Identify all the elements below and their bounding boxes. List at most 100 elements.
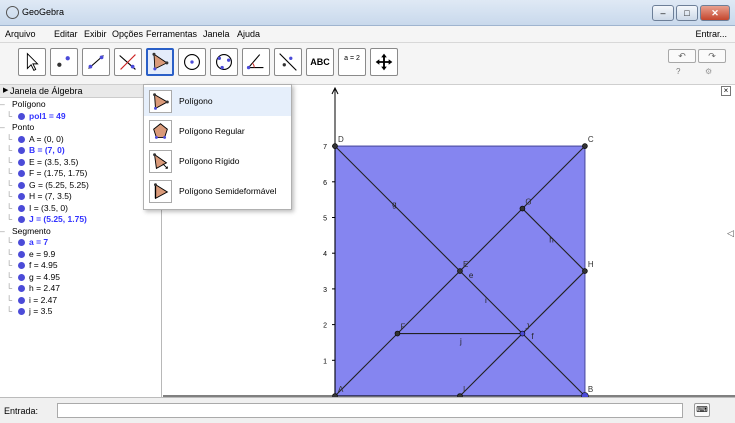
regular-polygon-icon — [149, 120, 172, 143]
tree-minus-icon[interactable]: – — [0, 226, 12, 236]
y-tick-label: 6 — [323, 180, 327, 187]
text-tool-button[interactable]: ABC — [306, 48, 334, 76]
visibility-toggle-icon[interactable] — [18, 170, 25, 177]
algebra-item[interactable]: └ E = (3.5, 3.5) — [6, 157, 78, 169]
algebra-group-header[interactable]: – Polígono — [0, 99, 46, 111]
collapse-arrow-icon[interactable]: ▶ — [3, 86, 8, 94]
point-label: B — [588, 385, 593, 394]
visibility-toggle-icon[interactable] — [18, 158, 25, 166]
close-button[interactable]: ✕ — [700, 5, 730, 21]
segment-label: i — [485, 296, 487, 305]
tree-branch-icon: └ — [6, 283, 13, 293]
visibility-toggle-icon[interactable] — [18, 239, 25, 246]
keyboard-icon[interactable]: ⌨ — [694, 403, 710, 417]
menu-item-poligono[interactable]: Polígono — [144, 87, 291, 116]
tree-branch-icon: └ — [6, 133, 13, 144]
point-tool-button[interactable] — [50, 48, 78, 76]
algebra-item[interactable]: └ i = 2.47 — [6, 295, 57, 307]
visibility-toggle-icon[interactable] — [18, 273, 25, 281]
settings-icon[interactable]: ⚙ — [705, 67, 712, 76]
tree-minus-icon[interactable]: – — [0, 99, 12, 109]
menu-editar[interactable]: Editar — [54, 29, 78, 39]
point-j — [519, 330, 526, 337]
redo-button[interactable]: ↷ — [698, 49, 726, 63]
line-tool-button[interactable] — [82, 48, 110, 76]
menu-item-poligono-rigido[interactable]: Polígono Rígido — [144, 147, 291, 176]
algebra-item-text: F = (1.75, 1.75) — [29, 168, 88, 178]
menu-item-poligono-semideformavel[interactable]: Polígono Semideformável — [144, 177, 291, 206]
menu-janela[interactable]: Janela — [203, 29, 230, 39]
toolbar: ABC a = 2 ↶ ↷ ? ⚙ — [0, 43, 735, 85]
visibility-toggle-icon[interactable] — [18, 112, 25, 120]
input-label: Entrada: — [4, 406, 39, 416]
visibility-toggle-icon[interactable] — [18, 216, 25, 223]
algebra-item[interactable]: └ pol1 = 49 — [6, 111, 66, 123]
algebra-item[interactable]: └ B = (7, 0) — [6, 145, 65, 157]
algebra-item[interactable]: └ I = (3.5, 0) — [6, 203, 68, 215]
circle-tool-button[interactable] — [178, 48, 206, 76]
algebra-item[interactable]: └ A = (0, 0) — [6, 134, 64, 146]
visibility-toggle-icon[interactable] — [18, 193, 25, 200]
visibility-toggle-icon[interactable] — [18, 204, 25, 212]
maximize-button[interactable]: □ — [676, 5, 698, 21]
side-panel-arrow-icon[interactable]: ◁ — [727, 228, 734, 239]
close-view-icon[interactable]: × — [721, 86, 731, 96]
tree-branch-icon: └ — [6, 191, 13, 201]
visibility-toggle-icon[interactable] — [18, 147, 25, 154]
algebra-item[interactable]: └ H = (7, 3.5) — [6, 191, 72, 203]
y-tick-label: 7 — [323, 144, 327, 151]
algebra-group-header[interactable]: – Segmento — [0, 226, 51, 238]
visibility-toggle-icon[interactable] — [18, 135, 25, 143]
menu-opcoes[interactable]: Opções — [112, 29, 143, 39]
algebra-item[interactable]: └ f = 4.95 — [6, 260, 58, 272]
tree-branch-icon: └ — [6, 168, 13, 178]
menu-exibir[interactable]: Exibir — [84, 29, 107, 39]
help-icon[interactable]: ? — [676, 67, 680, 76]
point-label: H — [588, 260, 594, 269]
menu-item-poligono-regular[interactable]: Polígono Regular — [144, 117, 291, 146]
login-link[interactable]: Entrar... — [695, 29, 727, 39]
polygon-tool-button[interactable] — [146, 48, 174, 76]
algebra-item[interactable]: └ G = (5.25, 5.25) — [6, 180, 89, 192]
algebra-item[interactable]: └ F = (1.75, 1.75) — [6, 168, 87, 180]
point-label: F — [400, 323, 405, 332]
perpendicular-tool-button[interactable] — [114, 48, 142, 76]
undo-button[interactable]: ↶ — [668, 49, 696, 63]
menu-ferramentas[interactable]: Ferramentas — [146, 29, 197, 39]
tree-branch-icon: └ — [6, 260, 13, 270]
move-view-tool-button[interactable] — [370, 48, 398, 76]
algebra-item-text: j = 3.5 — [29, 306, 53, 316]
visibility-toggle-icon[interactable] — [18, 285, 25, 292]
visibility-toggle-icon[interactable] — [18, 308, 25, 315]
visibility-toggle-icon[interactable] — [18, 181, 25, 189]
algebra-item[interactable]: └ g = 4.95 — [6, 272, 60, 284]
algebra-item[interactable]: └ J = (5.25, 1.75) — [6, 214, 87, 226]
visibility-toggle-icon[interactable] — [18, 262, 25, 269]
menu-ajuda[interactable]: Ajuda — [237, 29, 260, 39]
tree-minus-icon[interactable]: – — [0, 122, 12, 132]
menu-item-label: Polígono Rígido — [179, 156, 240, 166]
algebra-group-label: Polígono — [12, 99, 46, 109]
algebra-item[interactable]: └ j = 3.5 — [6, 306, 52, 318]
algebra-group-header[interactable]: – Ponto — [0, 122, 34, 134]
circle-three-points-tool-button[interactable] — [210, 48, 238, 76]
polygon-tool-icon — [152, 52, 169, 71]
reflect-tool-button[interactable] — [274, 48, 302, 76]
algebra-item[interactable]: └ h = 2.47 — [6, 283, 60, 295]
minimize-button[interactable]: – — [652, 5, 674, 21]
input-field[interactable] — [57, 403, 683, 418]
algebra-item-text: a = 7 — [29, 237, 49, 247]
angle-tool-button[interactable] — [242, 48, 270, 76]
algebra-item[interactable]: └ e = 9.9 — [6, 249, 55, 261]
slider-tool-button[interactable]: a = 2 — [338, 48, 366, 76]
visibility-toggle-icon[interactable] — [18, 250, 25, 258]
menu-item-label: Polígono Semideformável — [179, 186, 277, 196]
visibility-toggle-icon[interactable] — [18, 296, 25, 304]
algebra-item-text: h = 2.47 — [29, 283, 60, 293]
menu-arquivo[interactable]: Arquivo — [5, 29, 36, 39]
point-label: G — [525, 198, 531, 207]
algebra-item[interactable]: └ a = 7 — [6, 237, 48, 249]
move-tool-button[interactable] — [18, 48, 46, 76]
point-label: C — [588, 135, 594, 144]
algebra-view: ▶ Janela de Álgebra – Polígono └ pol1 = 49–… — [0, 85, 162, 397]
